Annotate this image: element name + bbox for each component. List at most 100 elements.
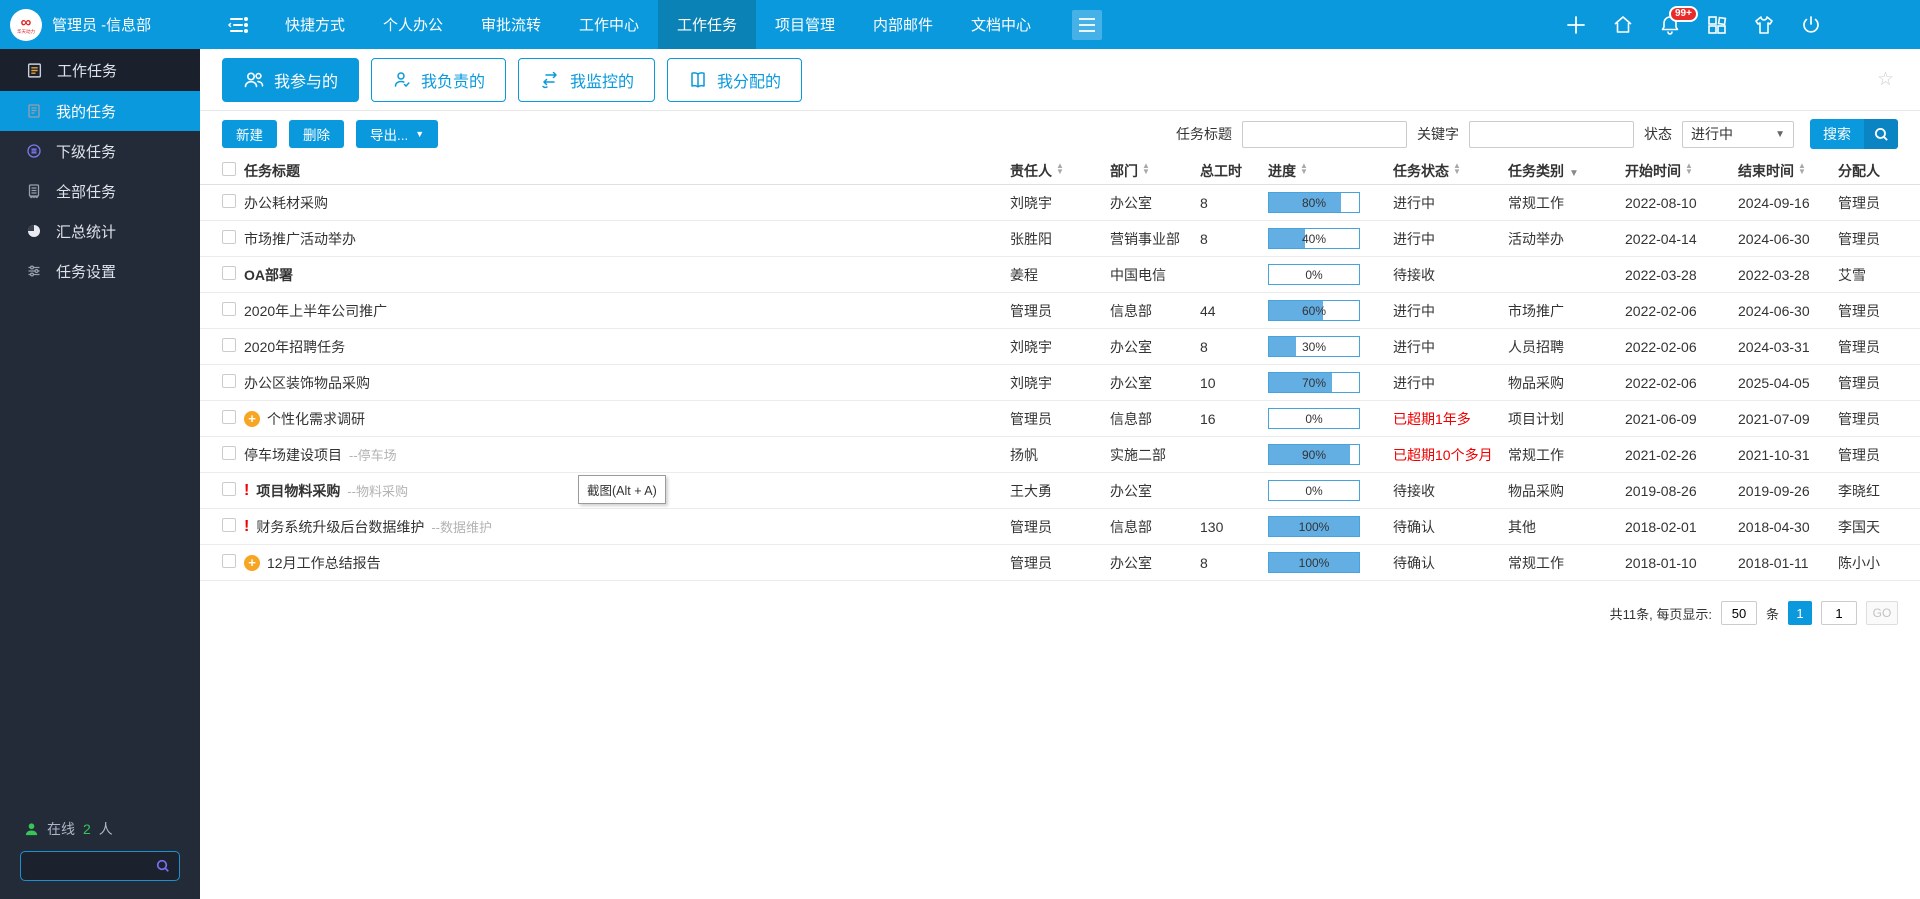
hours-cell: 44: [1200, 302, 1216, 319]
theme-shirt-icon[interactable]: [1751, 12, 1777, 38]
new-button[interactable]: 新建: [222, 120, 277, 148]
sidebar-item[interactable]: 任务设置: [0, 251, 200, 291]
table-row[interactable]: ! 财务系统升级后台数据维护 --数据维护 管理员 信息部 130 100% 待确认 其他 201…: [200, 509, 1920, 545]
table-row[interactable]: 2020年招聘任务 刘晓宇 办公室 8 30% 进行中 人员招聘 2022-02-06 2024…: [200, 329, 1920, 365]
column-header[interactable]: 部门 ▲ ▼: [1110, 161, 1200, 181]
row-checkbox[interactable]: [222, 266, 236, 280]
app-body: 工作任务 我的任务 下级任务 全部任务 汇总统计 任务设置 在线 2 人 我参与…: [0, 49, 1920, 899]
sidebar-item-label: 汇总统计: [56, 223, 117, 241]
view-tab[interactable]: 我监控的: [518, 57, 656, 102]
topnav-item[interactable]: 项目管理: [756, 0, 854, 49]
table-row[interactable]: 办公耗材采购 刘晓宇 办公室 8 80% 进行中 常规工作 2022-08-10 2024-09…: [200, 185, 1920, 221]
keyword-filter-input[interactable]: [1469, 120, 1634, 148]
row-checkbox[interactable]: [222, 230, 236, 244]
table-row[interactable]: ! 项目物料采购 --物料采购 王大勇 办公室 0% 待接收 物品采购 2019-08-26 20…: [200, 473, 1920, 509]
logout-power-icon[interactable]: [1798, 12, 1824, 38]
row-checkbox[interactable]: [222, 194, 236, 208]
table-row[interactable]: 停车场建设项目 --停车场 扬帆 实施二部 90% 已超期10个多月 常规工作 2021-02…: [200, 437, 1920, 473]
sidebar-item[interactable]: 我的任务: [0, 91, 200, 131]
topnav-item[interactable]: 工作任务: [658, 0, 756, 49]
sort-icon[interactable]: ▲ ▼: [1798, 161, 1806, 178]
sort-icon[interactable]: ▲ ▼: [1685, 161, 1693, 178]
row-checkbox[interactable]: [222, 482, 236, 496]
topnav-item[interactable]: 工作中心: [560, 0, 658, 49]
topnav-item[interactable]: 内部邮件: [854, 0, 952, 49]
view-tab[interactable]: 我分配的: [667, 57, 803, 102]
column-menu-icon[interactable]: ▼: [1569, 168, 1579, 179]
row-checkbox[interactable]: [222, 374, 236, 388]
favorite-star-icon[interactable]: ☆: [1877, 68, 1894, 91]
task-title-link[interactable]: OA部署: [244, 265, 293, 285]
sidebar-item[interactable]: 汇总统计: [0, 211, 200, 251]
column-header[interactable]: 开始时间 ▲ ▼: [1625, 161, 1738, 181]
task-title-link[interactable]: 停车场建设项目: [244, 445, 342, 465]
progress-bar: 60%: [1268, 300, 1360, 321]
subtask-plus-icon[interactable]: +: [244, 554, 260, 571]
task-title-link[interactable]: 市场推广活动举办: [244, 229, 356, 249]
subtask-plus-icon[interactable]: +: [244, 410, 260, 427]
task-title-link[interactable]: 2020年上半年公司推广: [244, 301, 387, 321]
home-icon[interactable]: [1610, 12, 1636, 38]
topnav-item[interactable]: 快捷方式: [266, 0, 364, 49]
column-header[interactable]: 进度 ▲ ▼: [1268, 161, 1393, 181]
owner-cell: 王大勇: [1010, 482, 1052, 499]
status-cell: 进行中: [1393, 194, 1435, 211]
task-title-link[interactable]: 办公耗材采购: [244, 193, 328, 213]
topnav-item[interactable]: 审批流转: [462, 0, 560, 49]
view-tab[interactable]: 我负责的: [371, 57, 507, 102]
new-item-icon[interactable]: [1563, 12, 1589, 38]
task-title-filter-input[interactable]: [1242, 120, 1407, 148]
table-row[interactable]: 办公区装饰物品采购 刘晓宇 办公室 10 70% 进行中 物品采购 2022-02-06 202…: [200, 365, 1920, 401]
sidebar-item[interactable]: 全部任务: [0, 171, 200, 211]
task-title-link[interactable]: 12月工作总结报告: [267, 553, 381, 573]
sidebar-search-input[interactable]: [29, 858, 155, 874]
row-checkbox[interactable]: [222, 410, 236, 424]
page-1-button[interactable]: 1: [1788, 601, 1812, 625]
column-header[interactable]: 任务状态 ▲ ▼: [1393, 161, 1508, 181]
progress-bar: 0%: [1268, 264, 1360, 285]
sidebar-search-icon[interactable]: [155, 858, 171, 874]
sort-icon[interactable]: ▲ ▼: [1142, 161, 1150, 178]
sort-icon[interactable]: ▲ ▼: [1300, 161, 1308, 178]
table-row[interactable]: + 个性化需求调研 管理员 信息部 16 0% 已超期1年多 项目计划 2021-06-09 20…: [200, 401, 1920, 437]
task-title-link[interactable]: 办公区装饰物品采购: [244, 373, 370, 393]
column-header[interactable]: 任务类别 ▼: [1508, 161, 1625, 181]
status-filter-select[interactable]: 进行中 ▼: [1682, 120, 1794, 148]
view-tab[interactable]: 我参与的: [222, 57, 360, 102]
column-label: 结束时间: [1738, 162, 1794, 179]
row-checkbox[interactable]: [222, 302, 236, 316]
goto-page-input[interactable]: [1821, 601, 1857, 625]
page-size-input[interactable]: [1720, 601, 1757, 625]
row-checkbox[interactable]: [222, 338, 236, 352]
select-all-checkbox[interactable]: [222, 162, 236, 176]
row-checkbox[interactable]: [222, 554, 236, 568]
task-title-link[interactable]: 项目物料采购: [256, 481, 340, 501]
sidebar-item[interactable]: 下级任务: [0, 131, 200, 171]
column-header[interactable]: 责任人 ▲ ▼: [1010, 161, 1110, 181]
table-row[interactable]: 市场推广活动举办 张胜阳 营销事业部 8 40% 进行中 活动举办 2022-04-14 202…: [200, 221, 1920, 257]
table-row[interactable]: OA部署 姜程 中国电信 0% 待接收 2022-03-28 2022-03-28 艾雪: [200, 257, 1920, 293]
column-header[interactable]: 结束时间 ▲ ▼: [1738, 161, 1838, 181]
table-row[interactable]: 2020年上半年公司推广 管理员 信息部 44 60% 进行中 市场推广 2022-02-06…: [200, 293, 1920, 329]
go-button[interactable]: GO: [1866, 601, 1898, 625]
sort-icon[interactable]: ▲ ▼: [1453, 161, 1461, 178]
row-checkbox[interactable]: [222, 446, 236, 460]
topnav-item[interactable]: 个人办公: [364, 0, 462, 49]
delete-button[interactable]: 删除: [289, 120, 344, 148]
task-title-link[interactable]: 2020年招聘任务: [244, 337, 345, 357]
topnav-item[interactable]: 文档中心: [952, 0, 1050, 49]
task-title-link[interactable]: 财务系统升级后台数据维护: [256, 517, 424, 537]
row-checkbox[interactable]: [222, 518, 236, 532]
apps-grid-icon[interactable]: [1704, 12, 1730, 38]
table-row[interactable]: +12月工作总结报告 管理员 办公室 8 100% 待确认 常规工作 2018-01-10 20…: [200, 545, 1920, 581]
search-button[interactable]: 搜索: [1810, 119, 1864, 149]
menu-collapse-icon[interactable]: [200, 0, 266, 49]
task-title-link[interactable]: 个性化需求调研: [267, 409, 365, 429]
notifications-bell-icon[interactable]: 99+: [1657, 5, 1698, 38]
sidebar-header-work-tasks[interactable]: 工作任务: [0, 49, 200, 91]
more-menu-button[interactable]: [1072, 9, 1102, 40]
export-button[interactable]: 导出... ▼: [356, 120, 439, 148]
hours-cell: 8: [1200, 230, 1208, 247]
sort-icon[interactable]: ▲ ▼: [1056, 161, 1064, 178]
search-icon-button[interactable]: [1864, 119, 1898, 149]
